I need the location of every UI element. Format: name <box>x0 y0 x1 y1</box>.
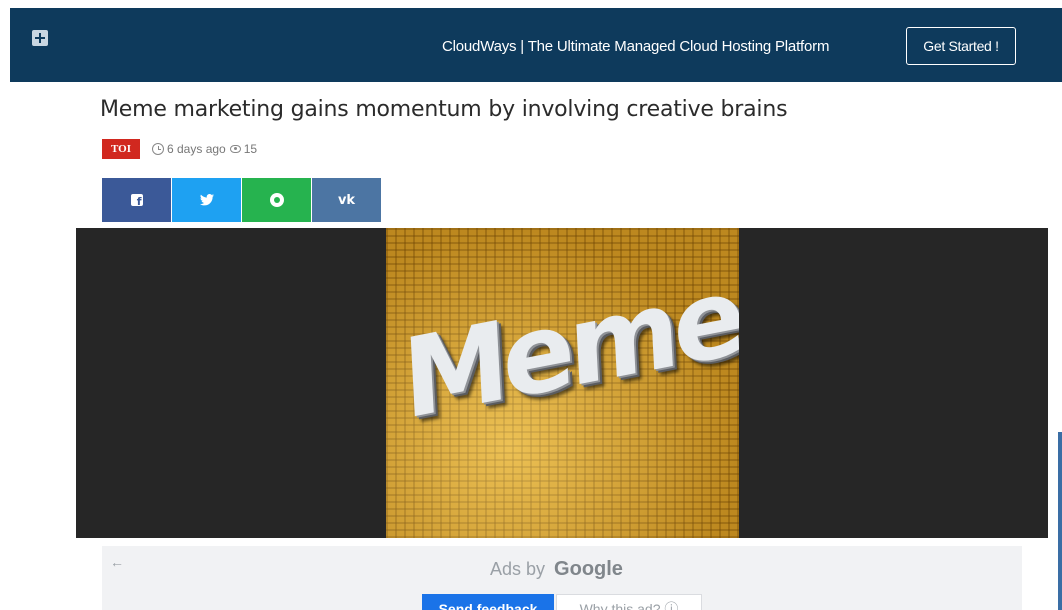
top-banner: CloudWays | The Ultimate Managed Cloud H… <box>10 8 1062 82</box>
scrollbar[interactable] <box>1058 432 1062 610</box>
google-ad-area: ← Ads by Google Send feedback Why this a… <box>102 546 1022 610</box>
article-meta: TOI 6 days ago 15 <box>102 139 257 159</box>
twitter-icon <box>199 194 214 206</box>
share-twitter-button[interactable] <box>172 178 241 222</box>
hero-image-frame: Meme <box>76 228 1048 538</box>
send-feedback-button[interactable]: Send feedback <box>422 594 554 610</box>
expand-plus-icon[interactable] <box>32 30 48 46</box>
get-started-button[interactable]: Get Started ! <box>906 27 1016 65</box>
ads-by-label: Ads by Google <box>490 558 623 581</box>
back-arrow-icon[interactable]: ← <box>110 554 124 570</box>
eye-icon <box>229 145 241 153</box>
article-time: 6 days ago <box>167 142 226 156</box>
share-bar: vk <box>102 178 382 222</box>
hero-image-word: Meme <box>399 252 739 445</box>
ads-by-brand: Google <box>554 558 623 580</box>
facebook-icon <box>130 194 143 208</box>
hero-image[interactable]: Meme <box>386 228 739 538</box>
share-facebook-button[interactable] <box>102 178 171 222</box>
clock-icon <box>152 143 164 155</box>
article-views: 15 <box>243 142 258 156</box>
vk-icon: vk <box>337 192 356 208</box>
share-vk-button[interactable]: vk <box>312 178 381 222</box>
source-badge[interactable]: TOI <box>102 139 140 159</box>
whatsapp-icon <box>269 193 284 207</box>
ads-by-text: Ads by <box>490 559 546 579</box>
why-this-ad-button[interactable]: Why this ad? ⓘ <box>556 594 702 610</box>
promo-text[interactable]: CloudWays | The Ultimate Managed Cloud H… <box>442 38 902 55</box>
share-whatsapp-button[interactable] <box>242 178 311 222</box>
article-title[interactable]: Meme marketing gains momentum by involvi… <box>100 97 860 122</box>
